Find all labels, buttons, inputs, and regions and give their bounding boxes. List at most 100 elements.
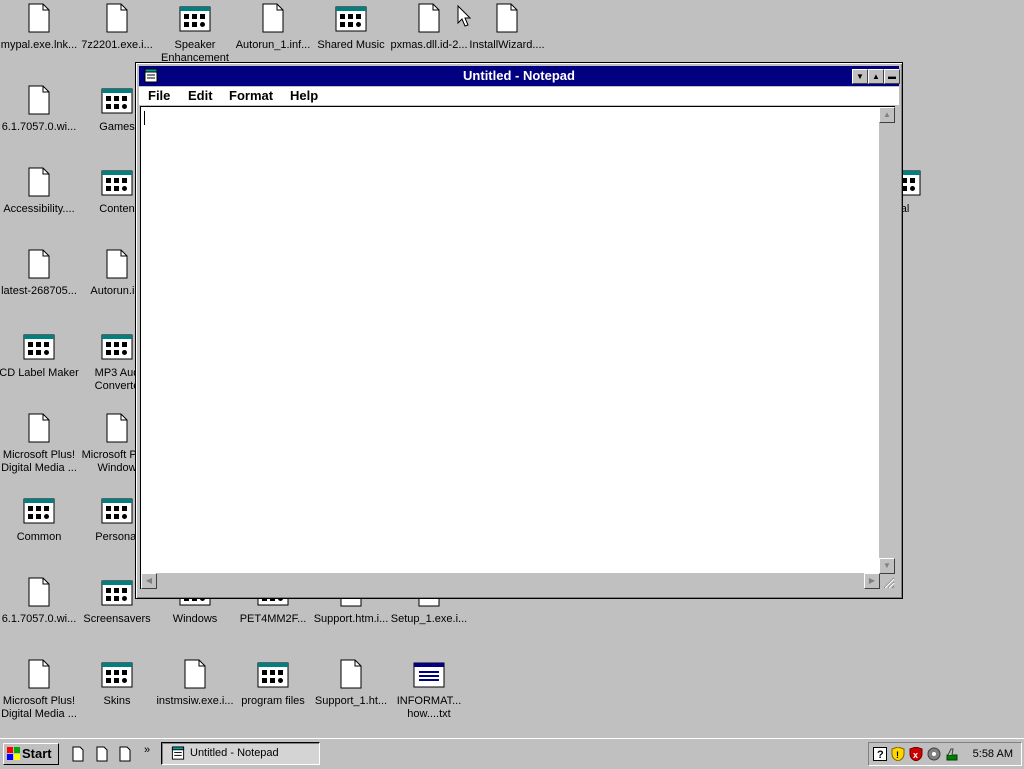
desktop-icon-cd-label-maker[interactable]: CD Label Maker <box>0 330 79 410</box>
shield-warning-icon[interactable]: ! <box>891 747 905 761</box>
quicklaunch-overflow-icon[interactable]: » <box>144 744 150 756</box>
document-icon <box>340 659 362 689</box>
text-editor-area[interactable] <box>140 106 880 574</box>
restore-icon: ▬ <box>888 72 896 81</box>
desktop-icon-accessibility[interactable]: Accessibility.... <box>0 166 78 246</box>
desktop-icon-common[interactable]: Common <box>0 494 78 574</box>
desktop-icon-support-1[interactable]: Support_1.ht... <box>312 658 390 738</box>
document-icon <box>496 3 518 33</box>
menu-edit[interactable]: Edit <box>188 87 213 105</box>
program-group-icon <box>257 662 289 688</box>
desktop-icon-label: 6.1.7057.0.wi... <box>1 613 77 625</box>
document-icon <box>262 3 284 33</box>
clock[interactable]: 5:58 AM <box>973 743 1013 765</box>
svg-text:!: ! <box>896 750 899 760</box>
desktop-icon-ms-plus-digital-media-b[interactable]: Microsoft Plus! Digital Media ... <box>0 658 78 738</box>
desktop-icon-mypal[interactable]: mypal.exe.lnk... <box>0 2 78 82</box>
document-icon <box>28 659 50 689</box>
horizontal-scrollbar[interactable]: ◀ ▶ <box>140 573 880 589</box>
help-icon[interactable]: ? <box>873 747 887 761</box>
notepad-icon <box>171 746 185 760</box>
program-group-icon <box>101 88 133 114</box>
desktop-icon-label: Autorun_1.inf... <box>235 39 311 51</box>
quicklaunch-document-icon[interactable] <box>96 746 108 762</box>
window-title: Untitled - Notepad <box>463 68 575 83</box>
desktop-icon-label: PET4MM2F... <box>239 613 307 625</box>
taskbar-button-notepad[interactable]: Untitled - Notepad <box>161 742 320 765</box>
document-icon <box>28 413 50 443</box>
program-group-icon <box>23 334 55 360</box>
program-group-icon <box>179 6 211 32</box>
arrow-left-icon: ◀ <box>145 576 153 585</box>
desktop-icon-label: mypal.exe.lnk... <box>0 39 78 51</box>
scroll-up-button[interactable]: ▲ <box>879 107 895 123</box>
desktop-icon-label: Windows <box>172 613 218 625</box>
program-group-icon <box>335 6 367 32</box>
desktop-icon-label: latest-268705... <box>1 285 77 297</box>
minimize-button[interactable]: ▼ <box>852 69 868 84</box>
security-shield-icon[interactable]: x <box>909 747 923 761</box>
desktop-icon-label: instmsiw.exe.i... <box>156 695 234 707</box>
desktop-icon-skins[interactable]: Skins <box>78 658 156 738</box>
desktop-icon-label: Shared Music <box>317 39 385 51</box>
desktop-icon-latest[interactable]: latest-268705... <box>0 248 78 328</box>
arrow-up-icon: ▲ <box>883 110 891 119</box>
start-button[interactable]: Start <box>3 743 59 765</box>
document-icon <box>28 249 50 279</box>
desktop-icon-label: Support.htm.i... <box>313 613 389 625</box>
notepad-window[interactable]: Untitled - Notepad ▼ ▲ ▬ File Edit Forma… <box>135 62 903 599</box>
desktop-icon-label: InstallWizard.... <box>469 39 545 51</box>
menu-bar: File Edit Format Help <box>139 87 899 105</box>
program-group-icon <box>101 580 133 606</box>
scroll-down-button[interactable]: ▼ <box>879 558 895 574</box>
vertical-scrollbar[interactable]: ▲ ▼ <box>879 106 895 574</box>
start-label: Start <box>22 746 52 761</box>
desktop-icon-label: Microsoft Plus! Digital Media ... <box>1 695 77 720</box>
system-tray: ? ! x 5:58 AM <box>868 742 1022 766</box>
notepad-titlebar[interactable]: Untitled - Notepad ▼ ▲ ▬ <box>139 66 900 86</box>
desktop-icon-label: 7z2201.exe.i... <box>81 39 153 51</box>
document-icon <box>28 3 50 33</box>
text-caret <box>144 111 145 125</box>
text-file-icon <box>413 662 445 688</box>
desktop-icon-label: Skins <box>103 695 131 707</box>
resize-grip-icon[interactable] <box>881 575 895 589</box>
network-icon[interactable] <box>927 747 941 761</box>
chevron-down-icon: ▼ <box>856 72 864 81</box>
taskbar: Start » Untitled - Notepad ? ! x 5:58 AM <box>0 738 1024 769</box>
desktop-icon-label: Screensavers <box>83 613 151 625</box>
menu-help[interactable]: Help <box>290 87 318 105</box>
desktop-icon-label: 6.1.7057.0.wi... <box>1 121 77 133</box>
restore-button[interactable]: ▬ <box>884 69 900 84</box>
scroll-right-button[interactable]: ▶ <box>864 573 880 589</box>
scroll-left-button[interactable]: ◀ <box>141 573 157 589</box>
document-icon <box>28 85 50 115</box>
program-group-icon <box>101 334 133 360</box>
desktop-icon-information-txt[interactable]: INFORMAT... how....txt <box>390 658 468 738</box>
document-icon <box>28 167 50 197</box>
desktop-icon-label: Accessibility.... <box>3 203 75 215</box>
quicklaunch-document-icon[interactable] <box>119 746 131 762</box>
document-icon <box>106 3 128 33</box>
menu-format[interactable]: Format <box>229 87 273 105</box>
desktop-icon-label: Common <box>16 531 62 543</box>
desktop-icon-program-files[interactable]: program files <box>234 658 312 738</box>
desktop-icon-label: pxmas.dll.id-2... <box>390 39 468 51</box>
document-icon <box>106 249 128 279</box>
menu-file[interactable]: File <box>148 87 170 105</box>
desktop-icon-6-1-7057-b[interactable]: 6.1.7057.0.wi... <box>0 576 78 656</box>
desktop-icon-label: program files <box>241 695 305 707</box>
program-group-icon <box>101 170 133 196</box>
arrow-down-icon: ▼ <box>883 561 891 570</box>
desktop-icon-ms-plus-digital-media-a[interactable]: Microsoft Plus! Digital Media ... <box>0 412 78 492</box>
desktop-icon-instmsiw[interactable]: instmsiw.exe.i... <box>156 658 234 738</box>
document-icon <box>28 577 50 607</box>
svg-text:x: x <box>913 750 918 760</box>
maximize-button[interactable]: ▲ <box>868 69 884 84</box>
mouse-pointer-icon <box>457 5 471 27</box>
desktop-icon-label: Support_1.ht... <box>314 695 388 707</box>
chevron-up-icon: ▲ <box>872 72 880 81</box>
speaker-icon[interactable] <box>945 747 959 761</box>
desktop-icon-6-1-7057-a[interactable]: 6.1.7057.0.wi... <box>0 84 78 164</box>
quicklaunch-document-icon[interactable] <box>72 746 84 762</box>
